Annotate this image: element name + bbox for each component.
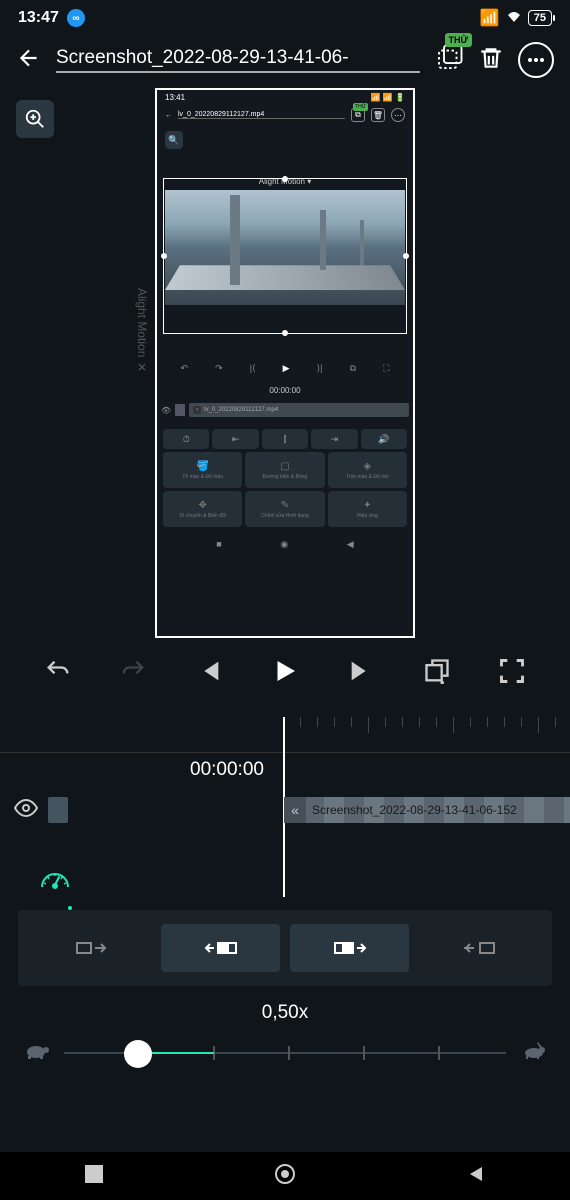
- pf-tools: ⏱⇤⫿⇥🔊 🪣Tô màu & Đổ màu ▢Đường biên & Bón…: [157, 423, 413, 533]
- pf-watermark: Alight Motion ▾: [157, 177, 413, 186]
- clip-label: Screenshot_2022-08-29-13-41-06-152: [312, 803, 517, 817]
- canvas[interactable]: Alight Motion ✕ 13:41📶 📶 🔋 ← lv_0_202208…: [0, 88, 570, 638]
- speed-icon[interactable]: [38, 867, 552, 896]
- pf-track: 👁 ‹lv_0_20220829112127.mp4: [157, 401, 413, 419]
- sync-icon: ∞: [67, 9, 85, 27]
- battery-indicator: 75: [528, 10, 552, 26]
- speed-mode-buttons: [18, 910, 552, 986]
- watermark-side: Alight Motion ✕: [135, 288, 149, 375]
- wifi-icon: [506, 9, 522, 27]
- pf-transport: ↶↷|⟨▶⟩|⧉⛶: [157, 355, 413, 382]
- skip-start-button[interactable]: [195, 657, 223, 690]
- timeline-clip[interactable]: « Screenshot_2022-08-29-13-41-06-152: [284, 797, 570, 823]
- transport-bar: [0, 638, 570, 709]
- clip-handle-left[interactable]: «: [284, 797, 306, 823]
- speed-slider[interactable]: [64, 1038, 506, 1068]
- undo-button[interactable]: [44, 657, 72, 690]
- more-button[interactable]: [518, 42, 554, 78]
- trial-badge: THỬ: [445, 33, 472, 47]
- pf-video: [165, 190, 405, 305]
- stretch-end-button[interactable]: [161, 924, 280, 972]
- rabbit-icon: [520, 1042, 546, 1065]
- trim-end-button[interactable]: [419, 924, 538, 972]
- aspect-button[interactable]: THỬ: [434, 43, 464, 78]
- signal-icon: 📶: [480, 8, 500, 28]
- status-bar: 13:47 ∞ 📶 75: [0, 0, 570, 32]
- back-button[interactable]: [16, 45, 42, 76]
- turtle-icon: [24, 1042, 50, 1065]
- status-time: 13:47: [18, 9, 59, 27]
- stretch-start-button[interactable]: [290, 924, 409, 972]
- fullscreen-button[interactable]: [498, 657, 526, 690]
- speed-value: 0,50x: [18, 1002, 552, 1024]
- trim-start-button[interactable]: [32, 924, 151, 972]
- pf-navbar: ■◉◀: [157, 533, 413, 556]
- layers-button[interactable]: [423, 657, 451, 690]
- speed-panel: 0,50x: [0, 857, 570, 1088]
- nav-recents[interactable]: [85, 1165, 103, 1188]
- slider-thumb[interactable]: [124, 1040, 152, 1068]
- header-bar: Screenshot_2022-08-29-13-41-06- THỬ: [0, 32, 570, 88]
- preview-frame[interactable]: 13:41📶 📶 🔋 ← lv_0_20220829112127.mp4 ⧉TH…: [155, 88, 415, 638]
- track-thumbnail[interactable]: [48, 797, 68, 823]
- speed-slider-row: [18, 1038, 552, 1068]
- timeline-ruler[interactable]: [0, 717, 570, 753]
- zoom-button[interactable]: [16, 100, 54, 138]
- project-title[interactable]: Screenshot_2022-08-29-13-41-06-: [56, 47, 420, 73]
- pf-time: 00:00:00: [157, 386, 413, 395]
- nav-home[interactable]: [274, 1163, 296, 1190]
- redo-button[interactable]: [119, 657, 147, 690]
- pf-zoom-icon: 🔍: [165, 131, 183, 149]
- pf-status: 13:41📶 📶 🔋: [157, 90, 413, 105]
- play-button[interactable]: [270, 656, 300, 691]
- system-navbar: [0, 1152, 570, 1200]
- pf-header: ← lv_0_20220829112127.mp4 ⧉THỬ 🗑 ⋯: [157, 105, 413, 125]
- delete-button[interactable]: [478, 45, 504, 76]
- current-time: 00:00:00: [190, 759, 264, 781]
- skip-end-button[interactable]: [347, 657, 375, 690]
- nav-back[interactable]: [467, 1165, 485, 1188]
- track-row: « Screenshot_2022-08-29-13-41-06-152: [0, 795, 570, 825]
- visibility-toggle[interactable]: [14, 796, 38, 825]
- timeline[interactable]: 00:00:00 « Screenshot_2022-08-29-13-41-0…: [0, 717, 570, 827]
